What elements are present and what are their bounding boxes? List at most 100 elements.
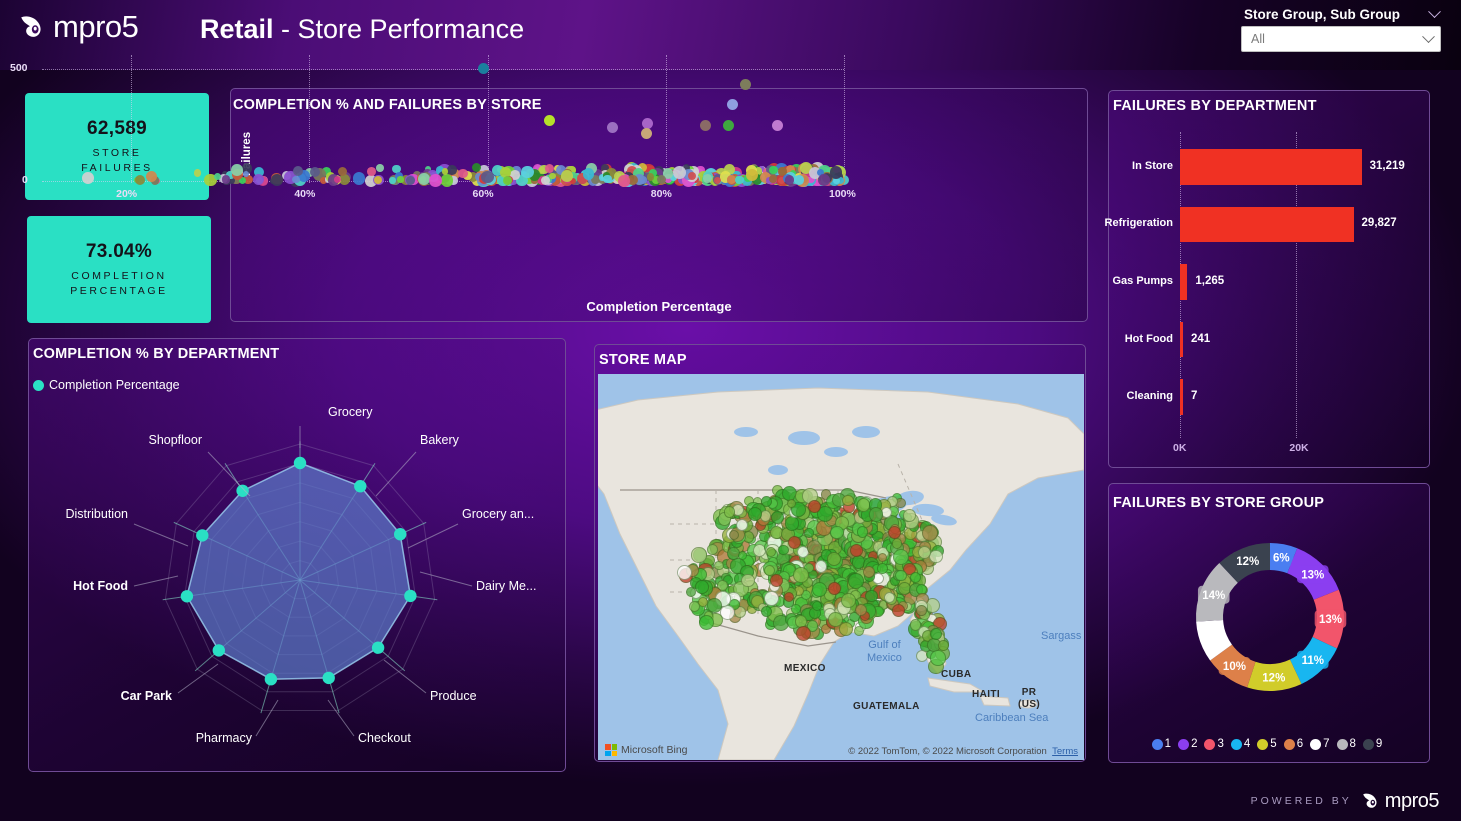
map-store-marker[interactable] [891, 538, 903, 549]
scatter-point[interactable] [389, 177, 396, 184]
scatter-point[interactable] [82, 172, 94, 184]
scatter-point-outlier[interactable] [722, 120, 734, 132]
map-store-marker[interactable] [903, 508, 917, 522]
scatter-point-outlier[interactable] [544, 114, 556, 126]
map-store-marker-low[interactable] [807, 499, 821, 513]
scatter-point-outlier[interactable] [477, 63, 489, 74]
slicer-dropdown[interactable]: All [1241, 26, 1441, 52]
map-store-marker[interactable] [792, 567, 809, 584]
bar[interactable] [1180, 379, 1183, 416]
map-store-marker[interactable] [770, 511, 784, 524]
map-store-marker[interactable] [827, 551, 842, 566]
scatter-point[interactable] [768, 174, 778, 183]
map-store-marker[interactable] [916, 605, 927, 616]
scatter-point[interactable] [769, 165, 778, 175]
radar-data-point[interactable] [212, 644, 225, 657]
radar-data-point[interactable] [293, 456, 307, 470]
map-store-marker[interactable] [737, 550, 747, 560]
map-store-marker[interactable] [723, 506, 736, 518]
map-store-marker[interactable] [930, 628, 942, 641]
map-store-marker[interactable] [714, 560, 724, 571]
map-terms-link[interactable]: Terms [1052, 746, 1078, 757]
store-group-slicer[interactable]: Store Group, Sub Group All [1241, 5, 1441, 52]
map-store-marker[interactable] [922, 525, 939, 541]
scatter-point[interactable] [560, 170, 573, 183]
map-store-marker-low[interactable] [827, 581, 841, 595]
radar-data-point[interactable] [404, 589, 417, 603]
scatter-point[interactable] [480, 170, 494, 184]
map-store-marker[interactable] [883, 592, 895, 604]
map-store-marker-low[interactable] [891, 603, 905, 617]
radar-data-point[interactable] [264, 673, 278, 686]
donut-legend-item[interactable]: 2 [1178, 738, 1197, 750]
scatter-point[interactable] [502, 175, 512, 185]
donut-legend-item[interactable]: 5 [1257, 738, 1277, 750]
scatter-point-outlier[interactable] [740, 78, 752, 90]
map-store-marker[interactable] [930, 650, 946, 666]
scatter-point[interactable] [270, 173, 283, 186]
bar[interactable] [1180, 148, 1362, 185]
scatter-point[interactable] [583, 168, 595, 180]
scatter-plot-area[interactable]: 0 500 20% 40% 60% 80% 100% [10, 55, 856, 200]
radar-data-point[interactable] [196, 529, 209, 542]
scatter-point-outlier[interactable] [727, 99, 739, 110]
map-store-marker-low[interactable] [849, 543, 863, 557]
map-store-marker[interactable] [764, 591, 779, 606]
scatter-point[interactable] [735, 175, 744, 185]
map-store-marker[interactable] [706, 544, 718, 555]
map-store-marker[interactable] [853, 625, 865, 636]
donut-legend-item[interactable]: 1 [1151, 738, 1171, 750]
scatter-point[interactable] [441, 168, 449, 175]
bar[interactable] [1180, 264, 1188, 300]
bar-chart-plot-area[interactable]: 0K 20K In Store 31,219 Refrigeration 29,827 Ga… [1105, 132, 1405, 454]
scatter-point[interactable] [672, 166, 686, 180]
scatter-point[interactable] [292, 175, 300, 183]
map-store-marker[interactable] [747, 507, 762, 522]
map-store-marker[interactable] [877, 552, 888, 563]
radar-data-point[interactable] [322, 671, 335, 685]
donut-legend-item[interactable]: 4 [1230, 738, 1250, 750]
donut-legend[interactable]: 1 2 3 4 5 6 7 8 9 [1108, 738, 1430, 750]
scatter-point[interactable] [603, 174, 612, 184]
scatter-point[interactable] [702, 174, 712, 183]
map-store-marker[interactable] [697, 596, 708, 608]
scatter-point[interactable] [397, 176, 404, 183]
radar-data-point[interactable] [354, 480, 367, 493]
map-store-marker[interactable] [765, 546, 776, 558]
radar-chart[interactable]: Grocery Bakery Grocery an... Dairy Me... Pro… [28, 388, 566, 772]
map-store-marker-low[interactable] [887, 525, 901, 539]
map-store-marker[interactable] [842, 495, 854, 507]
map-store-marker[interactable] [877, 562, 889, 574]
scatter-point[interactable] [405, 175, 415, 185]
map-store-marker[interactable] [856, 525, 869, 538]
store-map-panel[interactable]: MEXICO CUBA HAITI PR (US) GUATEMALA Gulf … [594, 344, 1086, 762]
map-store-marker[interactable] [862, 565, 875, 578]
map-store-marker[interactable] [929, 549, 943, 564]
radar-data-point[interactable] [394, 528, 407, 541]
bar[interactable] [1180, 206, 1354, 243]
donut-legend-item[interactable]: 9 [1362, 738, 1382, 750]
map-store-marker[interactable] [917, 545, 931, 559]
scatter-point-outlier[interactable] [606, 121, 618, 133]
scatter-point[interactable] [618, 174, 631, 187]
map-store-marker[interactable] [910, 571, 922, 583]
scatter-point-outlier[interactable] [640, 128, 652, 140]
scatter-point[interactable] [440, 174, 453, 187]
scatter-point[interactable] [818, 174, 830, 186]
bar[interactable] [1180, 321, 1183, 358]
scatter-point[interactable] [646, 173, 655, 181]
scatter-point[interactable] [230, 164, 243, 177]
chevron-down-icon[interactable] [1422, 29, 1435, 43]
map-store-marker[interactable] [811, 600, 822, 612]
map-store-marker[interactable] [791, 603, 802, 614]
map-store-marker[interactable] [778, 544, 789, 556]
map-store-marker[interactable] [841, 592, 857, 608]
map-store-marker[interactable] [691, 547, 707, 563]
map-store-marker[interactable] [868, 507, 884, 522]
map-store-marker-low[interactable] [787, 535, 801, 549]
scatter-point[interactable] [221, 174, 231, 184]
scatter-point[interactable] [829, 166, 843, 179]
scatter-point[interactable] [794, 175, 804, 185]
donut-chart[interactable]: 6% 13% 13% 11% 12% 10% 14% 12% [1178, 525, 1362, 725]
map-store-marker[interactable] [795, 625, 811, 641]
